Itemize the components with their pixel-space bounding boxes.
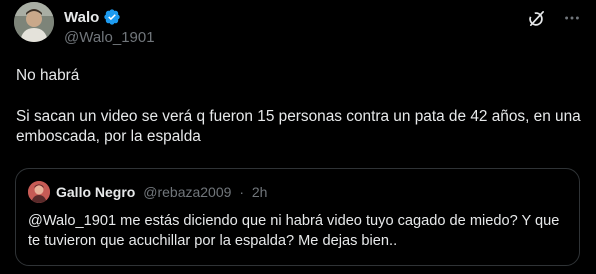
- quote-header: Gallo Negro @rebaza2009 · 2h: [56, 184, 267, 200]
- verified-badge-icon: [103, 8, 121, 26]
- author-handle[interactable]: @Walo_1901: [64, 29, 155, 46]
- quote-timestamp[interactable]: 2h: [252, 184, 268, 200]
- avatar[interactable]: [14, 2, 54, 42]
- quote-text: @Walo_1901 me estás diciendo que ni habr…: [28, 213, 560, 249]
- more-icon[interactable]: [562, 8, 582, 28]
- tweet-paragraph: No habrá: [16, 67, 80, 84]
- author-name-row: Walo: [64, 7, 121, 27]
- tweet-text: No habrá Si sacan un video se verá q fue…: [16, 66, 582, 148]
- grok-icon[interactable]: [526, 8, 546, 28]
- author-display-name[interactable]: Walo: [64, 9, 99, 26]
- quote-avatar[interactable]: [28, 181, 50, 203]
- quoted-tweet[interactable]: Gallo Negro @rebaza2009 · 2h @Walo_1901 …: [15, 168, 580, 266]
- quote-display-name[interactable]: Gallo Negro: [56, 184, 135, 200]
- quote-separator: ·: [239, 184, 244, 200]
- tweet-actions: [526, 8, 582, 28]
- quote-handle[interactable]: @rebaza2009: [143, 184, 231, 200]
- tweet-paragraph: Si sacan un video se verá q fueron 15 pe…: [16, 107, 581, 146]
